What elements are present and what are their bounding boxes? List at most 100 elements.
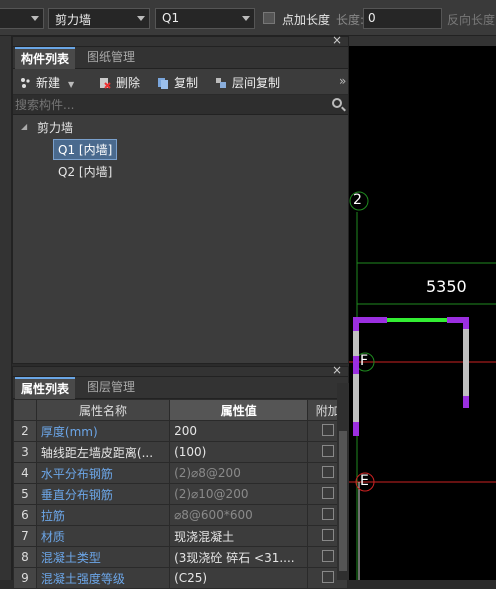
extra-checkbox[interactable] <box>321 465 334 478</box>
panel-header-strip: × <box>13 363 348 377</box>
component-tabs: 构件列表 图纸管理 <box>13 47 348 69</box>
tab-property-list[interactable]: 属性列表 <box>15 377 76 399</box>
property-value[interactable]: 200 <box>169 420 309 442</box>
delete-label: 删除 <box>116 76 141 90</box>
reverse-length-label: 反向长度 <box>447 13 496 27</box>
component-tree: ◢ 剪力墙 Q1 [内墙] Q2 [内墙] <box>13 115 348 354</box>
wall-top-green <box>387 318 447 322</box>
delete-button[interactable]: 删除 <box>99 74 140 91</box>
property-name: 轴线距左墙皮距离(... <box>35 441 171 463</box>
table-row: 9 混凝土强度等级 (C25) <box>13 567 348 589</box>
property-value[interactable]: (2)⌀8@200 <box>169 462 309 484</box>
close-icon[interactable]: × <box>332 363 342 377</box>
scrollbar-thumb[interactable] <box>339 431 347 571</box>
length-label: 长度: <box>336 13 365 27</box>
chevron-down-icon <box>242 16 250 21</box>
search-input[interactable] <box>15 97 325 113</box>
chevron-down-icon <box>137 16 145 21</box>
length-input[interactable]: 0 <box>363 8 442 29</box>
row-number: 5 <box>13 483 37 505</box>
new-label: 新建 <box>36 76 61 90</box>
collapse-triangle-icon[interactable]: ◢ <box>21 122 27 131</box>
tab-layer-management[interactable]: 图层管理 <box>81 377 141 399</box>
row-number: 6 <box>13 504 37 526</box>
point-length-checkbox[interactable] <box>263 12 275 24</box>
property-name: 拉筋 <box>35 504 171 526</box>
tab-drawing-management[interactable]: 图纸管理 <box>81 47 141 69</box>
component-type-combo[interactable]: 剪力墙 <box>48 8 150 29</box>
property-value-header: 属性值 <box>169 399 309 421</box>
row-number: 2 <box>13 420 37 442</box>
tree-item-q2[interactable]: Q2 [内墙] <box>58 163 112 180</box>
tab-component-list[interactable]: 构件列表 <box>15 47 76 69</box>
property-scrollbar[interactable] <box>337 383 349 580</box>
property-header-row: 属性名称 属性值 附加 <box>13 399 348 421</box>
wall-left-purple-bottom <box>353 422 359 436</box>
row-number: 8 <box>13 546 37 568</box>
left-gutter <box>0 36 12 580</box>
row-number: 9 <box>13 567 37 589</box>
new-button[interactable]: 新建 ▼ <box>19 74 74 91</box>
wall-top-purple-left <box>353 317 387 323</box>
floor-combo[interactable] <box>0 8 44 29</box>
table-row: 7 材质 现浇混凝土 <box>13 525 348 547</box>
property-value[interactable]: (C25) <box>169 567 309 589</box>
property-name: 混凝土类型 <box>35 546 171 568</box>
copy-button[interactable]: 复制 <box>157 74 198 91</box>
panel-header-strip: × <box>13 33 348 47</box>
property-value[interactable]: 现浇混凝土 <box>169 525 309 547</box>
property-tabs: 属性列表 图层管理 <box>13 377 348 399</box>
search-icon[interactable] <box>332 98 342 108</box>
dimension-label: 5350 <box>426 277 467 296</box>
point-length-label: 点加长度 <box>282 13 331 27</box>
extra-checkbox[interactable] <box>321 444 334 457</box>
component-id-value: Q1 <box>162 11 180 25</box>
floor-copy-label: 层间复制 <box>232 76 281 90</box>
floor-copy-button[interactable]: 层间复制 <box>215 74 280 91</box>
copy-label: 复制 <box>174 76 199 90</box>
property-value[interactable]: (100) <box>169 441 309 463</box>
property-value[interactable]: ⌀8@600*600 <box>169 504 309 526</box>
property-table: 属性名称 属性值 附加 2 厚度(mm) 200 3 轴线距左墙皮距离(... … <box>13 399 348 589</box>
component-list-panel: × 构件列表 图纸管理 新建 ▼ 删除 复制 层间复制 » ◢ 剪力墙 Q1 [内… <box>12 33 349 364</box>
table-row: 2 厚度(mm) 200 <box>13 420 348 442</box>
wall-left-grey <box>353 317 359 435</box>
extra-checkbox[interactable] <box>321 486 334 499</box>
chevron-down-icon[interactable]: ▼ <box>68 80 74 89</box>
component-id-combo[interactable]: Q1 <box>155 8 255 29</box>
extra-checkbox[interactable] <box>321 549 334 562</box>
property-panel: × 属性列表 图层管理 属性名称 属性值 附加 2 厚度(mm) 200 3 轴… <box>12 363 349 589</box>
extra-checkbox[interactable] <box>321 423 334 436</box>
property-name: 水平分布钢筋 <box>35 462 171 484</box>
tree-group-shear-wall[interactable]: 剪力墙 <box>37 119 73 136</box>
close-icon[interactable]: × <box>332 33 342 47</box>
delete-icon <box>100 78 111 89</box>
component-toolbar: 新建 ▼ 删除 复制 层间复制 » <box>13 69 348 95</box>
property-name: 混凝土强度等级 <box>35 567 171 589</box>
chevron-down-icon <box>31 16 39 21</box>
property-name: 垂直分布钢筋 <box>35 483 171 505</box>
wall-left-purple-mid <box>353 356 359 374</box>
drawing-svg <box>349 191 496 580</box>
property-value[interactable]: (2)⌀10@200 <box>169 483 309 505</box>
table-row: 3 轴线距左墙皮距离(... (100) <box>13 441 348 463</box>
top-toolbar: 剪力墙 Q1 点加长度 长度: 0 反向长度 <box>0 0 496 36</box>
more-tools-icon[interactable]: » <box>339 74 346 88</box>
property-value[interactable]: (3现浇砼 碎石 <31.... <box>169 546 309 568</box>
component-type-value: 剪力墙 <box>55 13 92 27</box>
tree-item-q1[interactable]: Q1 [内墙] <box>53 139 118 160</box>
table-row: 8 混凝土类型 (3现浇砼 碎石 <31.... <box>13 546 348 568</box>
wall-right-purple-bottom <box>463 396 469 408</box>
new-icon <box>21 78 30 88</box>
extra-checkbox[interactable] <box>321 507 334 520</box>
property-name: 材质 <box>35 525 171 547</box>
row-number-header <box>13 399 37 421</box>
extra-checkbox[interactable] <box>321 528 334 541</box>
extra-checkbox[interactable] <box>321 570 334 583</box>
wall-right-purple-top <box>463 317 469 329</box>
table-row: 6 拉筋 ⌀8@600*600 <box>13 504 348 526</box>
table-row: 4 水平分布钢筋 (2)⌀8@200 <box>13 462 348 484</box>
property-name: 厚度(mm) <box>35 420 171 442</box>
axis-e-label: E <box>360 473 369 489</box>
drawing-canvas[interactable]: 2 F E 5350 <box>349 36 496 580</box>
